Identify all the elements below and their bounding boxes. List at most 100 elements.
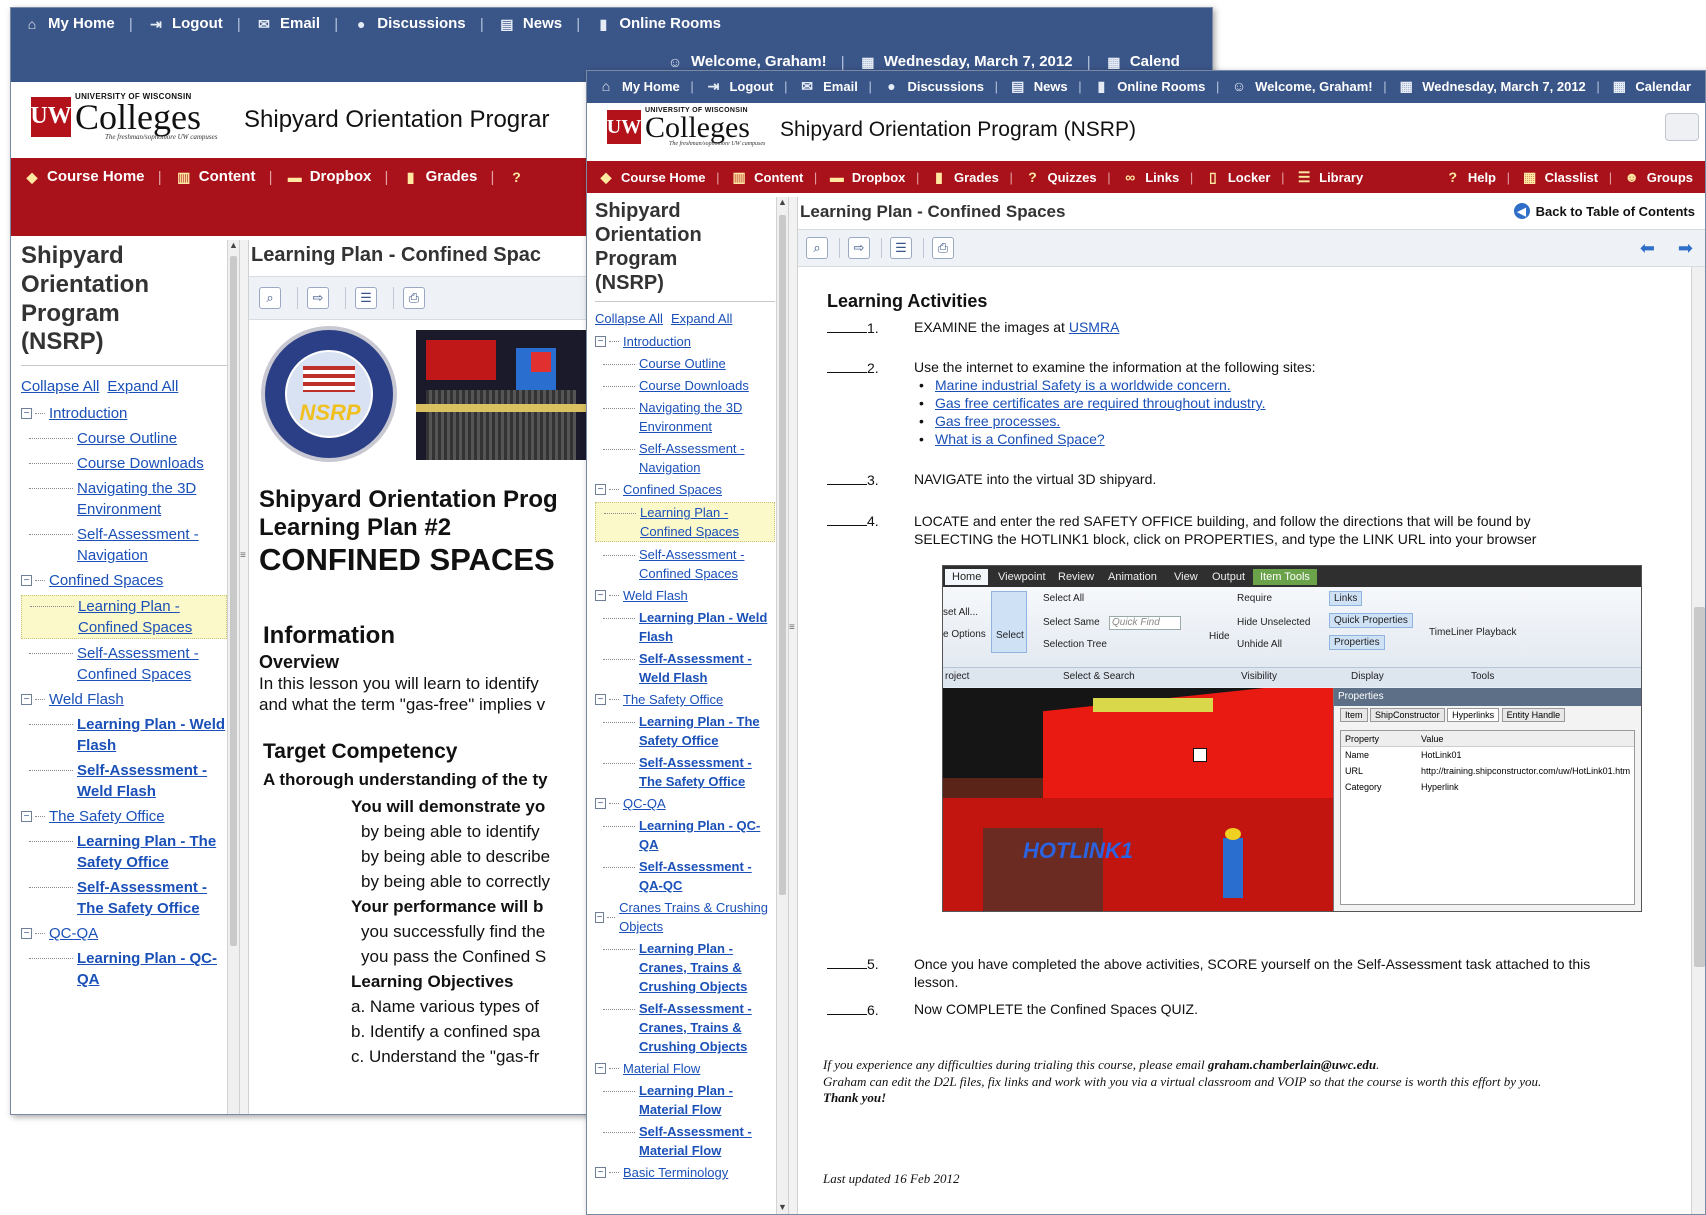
confined-space-link[interactable]: What is a Confined Space?: [919, 431, 1105, 447]
tree-topic[interactable]: Course Outline: [595, 354, 775, 373]
tree-topic-link[interactable]: Learning Plan - The Safety Office: [77, 831, 227, 873]
print-icon[interactable]: ⎙: [403, 287, 425, 309]
nav-news[interactable]: ▤ News: [1009, 78, 1068, 94]
tree-topic-link[interactable]: Self-Assessment - Confined Spaces: [639, 545, 775, 583]
tree-topic[interactable]: Learning Plan - Weld Flash: [21, 714, 227, 756]
tree-scrollbar[interactable]: ▲ ▼: [776, 197, 788, 1214]
expand-all-link[interactable]: Expand All: [107, 378, 178, 395]
tree-topic-link[interactable]: Course Downloads: [77, 453, 227, 474]
export-icon[interactable]: ⇨: [307, 287, 329, 309]
collapse-toggle-icon[interactable]: −: [21, 928, 32, 940]
scroll-up-arrow[interactable]: ▲: [777, 197, 788, 211]
tree-module-link[interactable]: Introduction: [623, 332, 691, 351]
tree-topic-link[interactable]: Self-Assessment - Navigation: [639, 439, 775, 477]
nav-course-home[interactable]: ◆ Course Home: [23, 168, 145, 185]
tree-topic-link[interactable]: Self-Assessment - Weld Flash: [639, 649, 775, 687]
nav-email[interactable]: ✉ Email: [255, 15, 320, 32]
checkbox-blank[interactable]: [827, 319, 867, 333]
view-icon[interactable]: ⌕: [806, 237, 828, 259]
collapse-all-link[interactable]: Collapse All: [21, 378, 99, 395]
tree-topic[interactable]: Navigating the 3D Environment: [595, 398, 775, 436]
scroll-thumb[interactable]: [230, 256, 237, 946]
tree-topic[interactable]: Self-Assessment - QA-QC: [595, 857, 775, 895]
tree-topic[interactable]: Self-Assessment - Confined Spaces: [21, 643, 227, 685]
tree-topic-selected[interactable]: Learning Plan - Confined Spaces: [595, 502, 775, 542]
collapse-toggle-icon[interactable]: −: [595, 1167, 606, 1178]
tree-topic-link[interactable]: Learning Plan - Weld Flash: [639, 608, 775, 646]
tree-topic-link[interactable]: Course Downloads: [639, 376, 775, 395]
tree-module[interactable]: − Material Flow: [595, 1059, 775, 1078]
tree-topic-link[interactable]: Learning Plan - Confined Spaces: [78, 596, 226, 638]
pane-splitter[interactable]: ≡: [788, 197, 798, 1214]
tree-topic-link[interactable]: Course Outline: [639, 354, 775, 373]
tree-topic[interactable]: Learning Plan - QC-QA: [21, 948, 227, 990]
tree-scrollbar[interactable]: ▲: [227, 240, 239, 1114]
nav-grades[interactable]: ▮ Grades: [402, 168, 478, 185]
nav-quizzes[interactable]: ?: [508, 169, 526, 185]
tree-topic[interactable]: Self-Assessment - Weld Flash: [21, 760, 227, 802]
checkbox-blank[interactable]: [827, 471, 867, 485]
comment-icon[interactable]: ☰: [355, 287, 377, 309]
tree-module-link[interactable]: Weld Flash: [49, 689, 124, 710]
tree-module-link[interactable]: Material Flow: [623, 1059, 700, 1078]
tree-topic-link[interactable]: Self-Assessment - The Safety Office: [77, 877, 227, 919]
print-icon[interactable]: ⎙: [932, 237, 954, 259]
tree-module-link[interactable]: Introduction: [49, 403, 127, 424]
tree-topic[interactable]: Self-Assessment - The Safety Office: [595, 753, 775, 791]
nav-dropbox[interactable]: ▬ Dropbox: [286, 168, 372, 185]
nav-classlist[interactable]: ▦ Classlist: [1521, 169, 1598, 185]
tree-topic-link[interactable]: Course Outline: [77, 428, 227, 449]
nav-logout[interactable]: ⇥ Logout: [147, 15, 223, 32]
checkbox-blank[interactable]: [827, 955, 867, 969]
tree-module[interactable]: − QC-QA: [595, 794, 775, 813]
tree-topic-link[interactable]: Learning Plan - QC-QA: [639, 816, 775, 854]
usmra-link[interactable]: USMRA: [1069, 319, 1120, 335]
gas-free-certificates-link[interactable]: Gas free certificates are required throu…: [919, 395, 1265, 411]
tree-topic-link[interactable]: Learning Plan - The Safety Office: [639, 712, 775, 750]
tree-topic-selected[interactable]: Learning Plan - Confined Spaces: [21, 595, 227, 640]
tree-topic[interactable]: Course Downloads: [21, 453, 227, 474]
tree-topic[interactable]: Learning Plan - Weld Flash: [595, 608, 775, 646]
nav-news[interactable]: ▤ News: [498, 15, 562, 32]
nav-help[interactable]: ? Help: [1444, 169, 1496, 185]
tree-topic-link[interactable]: Self-Assessment - Confined Spaces: [77, 643, 227, 685]
tree-module[interactable]: − Basic Terminology: [595, 1163, 775, 1182]
marine-safety-link[interactable]: Marine industrial Safety is a worldwide …: [919, 377, 1231, 393]
nav-course-home[interactable]: ◆ Course Home: [597, 169, 706, 185]
tree-topic[interactable]: Learning Plan - The Safety Office: [21, 831, 227, 873]
tree-topic[interactable]: Learning Plan - QC-QA: [595, 816, 775, 854]
collapse-toggle-icon[interactable]: −: [595, 1063, 606, 1074]
tree-topic-link[interactable]: Learning Plan - QC-QA: [77, 948, 227, 990]
tree-topic-link[interactable]: Self-Assessment - Weld Flash: [77, 760, 227, 802]
tree-topic[interactable]: Self-Assessment - Confined Spaces: [595, 545, 775, 583]
tree-module-link[interactable]: Confined Spaces: [623, 480, 722, 499]
scroll-up-arrow[interactable]: ▲: [228, 240, 239, 254]
nav-my-home[interactable]: ⌂ My Home: [23, 15, 115, 32]
tree-topic[interactable]: Self-Assessment - Weld Flash: [595, 649, 775, 687]
tree-topic[interactable]: Self-Assessment - Navigation: [595, 439, 775, 477]
collapse-toggle-icon[interactable]: −: [595, 911, 605, 923]
nav-logout[interactable]: ⇥ Logout: [704, 78, 774, 94]
tree-topic-link[interactable]: Learning Plan - Cranes, Trains & Crushin…: [639, 939, 775, 996]
collapse-toggle-icon[interactable]: −: [595, 590, 606, 601]
tree-topic[interactable]: Self-Assessment - The Safety Office: [21, 877, 227, 919]
content-scroll-thumb[interactable]: [1694, 607, 1705, 967]
collapse-all-link[interactable]: Collapse All: [595, 311, 663, 326]
nav-calendar[interactable]: ▦ Calend: [1105, 53, 1180, 70]
tree-module-link[interactable]: Weld Flash: [623, 586, 688, 605]
chat-bubble-icon[interactable]: [1665, 113, 1699, 141]
tree-module[interactable]: − Confined Spaces: [21, 570, 227, 591]
checkbox-blank[interactable]: [827, 1001, 867, 1015]
previous-arrow-icon[interactable]: ⬅: [1640, 238, 1655, 259]
gas-free-processes-link[interactable]: Gas free processes.: [919, 413, 1060, 429]
tree-topic-link[interactable]: Self-Assessment - Material Flow: [639, 1122, 775, 1160]
tree-topic-link[interactable]: Navigating the 3D Environment: [77, 478, 227, 520]
scroll-thumb[interactable]: [779, 215, 786, 895]
nav-email[interactable]: ✉ Email: [798, 78, 858, 94]
collapse-toggle-icon[interactable]: −: [21, 575, 32, 587]
content-scrollbar[interactable]: [1691, 267, 1705, 1214]
tree-module[interactable]: − Cranes Trains & Crushing Objects: [595, 898, 775, 936]
nav-online-rooms[interactable]: ▮ Online Rooms: [594, 15, 721, 32]
tree-module-link[interactable]: QC-QA: [49, 923, 98, 944]
collapse-toggle-icon[interactable]: −: [595, 484, 606, 495]
